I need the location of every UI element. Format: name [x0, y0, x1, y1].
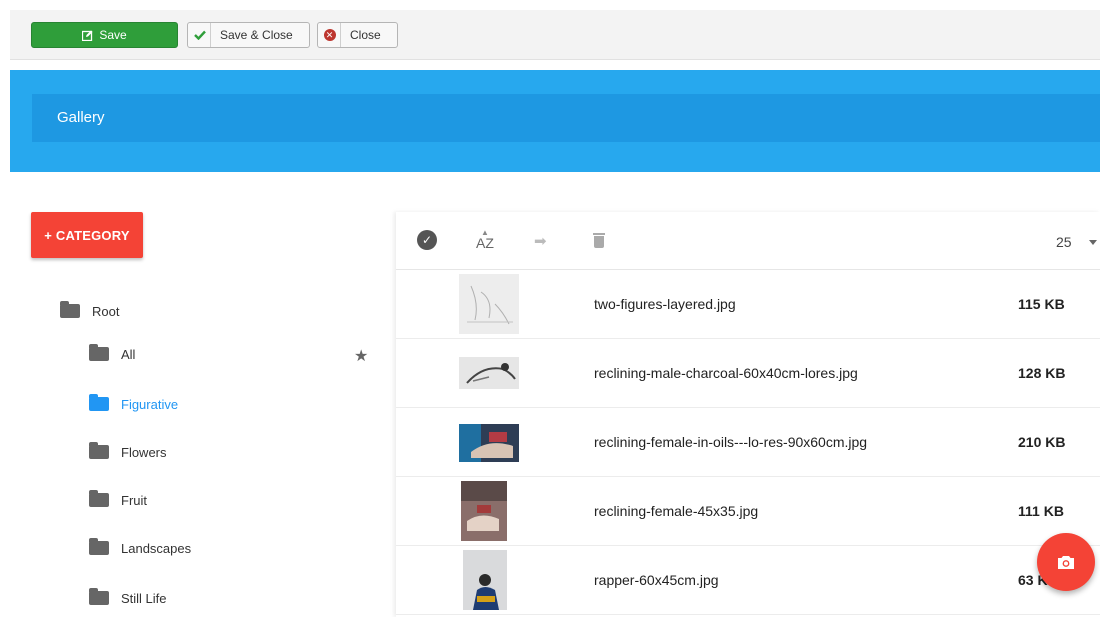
trash-icon[interactable] — [593, 233, 605, 248]
sidebar-item-label: Figurative — [121, 396, 179, 412]
sidebar-item-figurative[interactable]: Figurative — [89, 392, 178, 416]
select-all-icon[interactable]: ✓ — [417, 230, 437, 250]
close-button[interactable]: ✕ Close — [317, 22, 398, 48]
save-button-label: Save — [99, 28, 127, 42]
sidebar-item-label: Flowers — [121, 444, 167, 460]
x-circle-icon: ✕ — [319, 23, 341, 47]
save-button[interactable]: Save — [31, 22, 178, 48]
sidebar-item-label: All — [121, 346, 136, 362]
file-size: 111 KB — [1018, 503, 1064, 519]
check-icon — [189, 23, 211, 47]
sidebar-item-all[interactable]: All — [89, 342, 135, 366]
move-arrow-icon[interactable]: ➡ — [534, 232, 547, 250]
sidebar-item-label: Landscapes — [121, 540, 192, 556]
edit-icon — [82, 30, 93, 41]
file-thumbnail — [459, 424, 519, 462]
file-toolbar: ✓ ▲ AZ ➡ 25 — [396, 212, 1100, 270]
sidebar-item-label: Still Life — [121, 590, 167, 606]
folder-icon — [89, 490, 109, 507]
folder-icon — [89, 394, 109, 411]
sidebar-item-label: Fruit — [121, 492, 147, 508]
star-icon[interactable]: ★ — [354, 346, 368, 366]
folder-icon — [60, 301, 80, 318]
chevron-down-icon[interactable] — [1089, 240, 1097, 245]
header-bar: Gallery — [32, 94, 1100, 142]
table-row[interactable]: two-figures-layered.jpg 115 KB — [396, 270, 1100, 339]
add-category-button[interactable]: + CATEGORY — [31, 212, 143, 258]
folder-icon — [89, 442, 109, 459]
file-thumbnail — [459, 274, 519, 334]
file-name: reclining-female-in-oils---lo-res-90x60c… — [594, 434, 868, 450]
file-thumbnail — [461, 481, 507, 541]
sidebar-item-root[interactable]: Root — [60, 299, 119, 323]
camera-icon — [1058, 555, 1074, 569]
sidebar-item-still-life[interactable]: Still Life — [89, 586, 167, 610]
sidebar-item-label: Root — [92, 303, 120, 319]
file-name: two-figures-layered.jpg — [594, 296, 736, 312]
toolbar: Save Save & Close ✕ Close — [10, 10, 1100, 60]
file-thumbnail — [459, 357, 519, 389]
page-header: Gallery — [10, 70, 1100, 172]
page-title: Gallery — [57, 109, 105, 126]
folder-icon — [89, 538, 109, 555]
table-row[interactable]: reclining-male-charcoal-60x40cm-lores.jp… — [396, 339, 1100, 408]
table-row[interactable]: reclining-female-45x35.jpg 111 KB — [396, 477, 1100, 546]
sidebar-item-fruit[interactable]: Fruit — [89, 488, 147, 512]
save-close-button-label: Save & Close — [220, 28, 293, 42]
file-name: rapper-60x45cm.jpg — [594, 572, 719, 588]
upload-button[interactable] — [1037, 533, 1095, 591]
file-size: 210 KB — [1018, 434, 1066, 450]
sort-az-icon[interactable]: ▲ AZ — [476, 228, 494, 250]
file-size: 115 KB — [1018, 296, 1065, 312]
sidebar-item-flowers[interactable]: Flowers — [89, 440, 167, 464]
file-name: reclining-male-charcoal-60x40cm-lores.jp… — [594, 365, 858, 381]
file-thumbnail — [463, 550, 507, 610]
file-panel: ✓ ▲ AZ ➡ 25 two-figures-layered.jpg 115 … — [396, 212, 1100, 617]
save-close-button[interactable]: Save & Close — [187, 22, 310, 48]
file-size: 128 KB — [1018, 365, 1066, 381]
page-size-select[interactable]: 25 — [1056, 234, 1072, 250]
sidebar-item-landscapes[interactable]: Landscapes — [89, 536, 191, 560]
table-row[interactable]: reclining-female-in-oils---lo-res-90x60c… — [396, 408, 1100, 477]
close-button-label: Close — [350, 28, 381, 42]
folder-icon — [89, 344, 109, 361]
folder-icon — [89, 588, 109, 605]
file-name: reclining-female-45x35.jpg — [594, 503, 759, 519]
table-row[interactable]: rapper-60x45cm.jpg 63 KB — [396, 546, 1100, 615]
